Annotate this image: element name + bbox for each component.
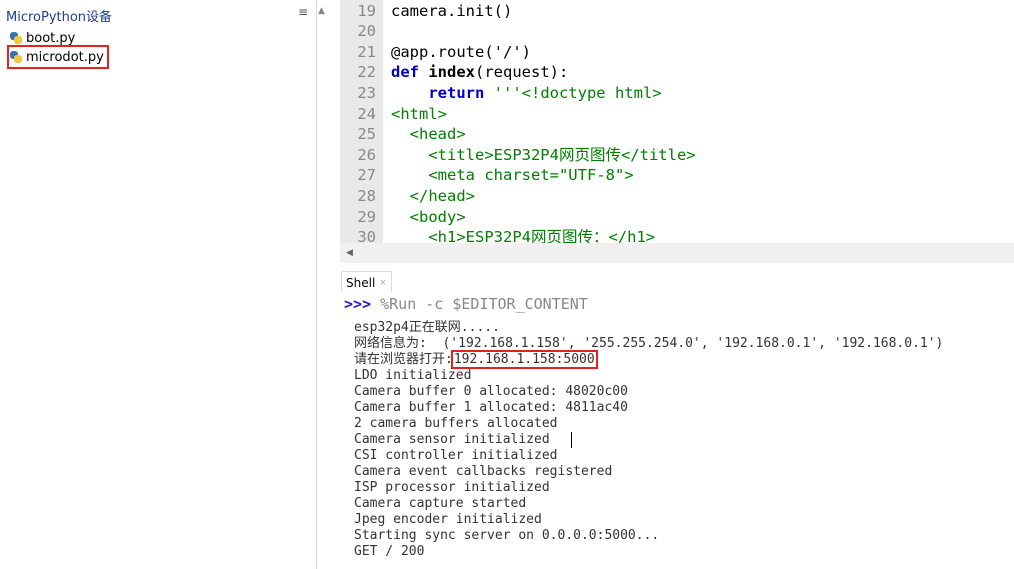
line-number: 23: [357, 83, 376, 102]
code-line: <title>ESP32P4网页图传</title>: [391, 145, 696, 166]
file-name: boot.py: [26, 30, 76, 46]
line-number: 22: [357, 63, 376, 82]
shell-output-line: Starting sync server on 0.0.0.0:5000...: [354, 528, 660, 543]
files-panel: MicroPython设备 ≡ boot.py microdot.py: [0, 0, 317, 569]
tab-shell[interactable]: Shell ×: [341, 271, 392, 294]
prompt-symbol: >>>: [344, 295, 381, 313]
code-line: <html>: [391, 104, 447, 125]
line-number: 21: [357, 42, 376, 61]
file-item-boot[interactable]: boot.py: [10, 29, 75, 47]
shell-console[interactable]: >>> %Run -c $EDITOR_CONTENT esp32p4正在联网.…: [340, 293, 1014, 569]
line-number: 25: [357, 125, 376, 144]
code-string: '''<!doctype html>: [493, 83, 662, 102]
code-line: <body>: [391, 207, 466, 228]
shell-output-line: 网络信息为: ('192.168.1.158', '255.255.254.0'…: [354, 336, 944, 351]
code-line: def index(request):: [391, 62, 568, 83]
highlighted-ip-address: 192.168.1.158:5000: [450, 350, 598, 369]
shell-output-line: CSI controller initialized: [354, 448, 558, 463]
line-number: 26: [357, 145, 376, 164]
code-html-string: <html>: [391, 104, 447, 123]
code-line: <h1>ESP32P4网页图传：</h1>: [391, 227, 655, 243]
tab-shell-label: Shell: [346, 276, 376, 290]
line-number: 29: [357, 207, 376, 226]
code-html-string: <body>: [391, 207, 466, 226]
code-text: camera.init(): [391, 1, 513, 20]
close-icon[interactable]: ×: [379, 278, 387, 288]
line-number: 24: [357, 104, 376, 123]
code-html-string: <h1>ESP32P4网页图传：</h1>: [391, 228, 656, 243]
shell-output-line: GET / 200: [354, 544, 425, 559]
code-line: <head>: [391, 124, 466, 145]
code-keyword: return: [391, 83, 494, 102]
code-function-name: index: [428, 63, 475, 82]
shell-prompt-line: >>> %Run -c $EDITOR_CONTENT: [344, 295, 588, 313]
code-line: @app.route('/'): [391, 42, 531, 63]
code-editor[interactable]: 19 20 21 22 23 24 25 26 27 28 29 30 camera.init() @a…: [340, 0, 1014, 243]
shell-output-line: Camera buffer 0 allocated: 48020c00: [354, 384, 628, 399]
line-number-gutter: 19 20 21 22 23 24 25 26 27 28 29 30: [340, 0, 383, 243]
code-line: <meta charset="UTF-8">: [391, 165, 634, 186]
code-html-string: <meta charset="UTF-8">: [391, 166, 634, 185]
code-keyword: def: [391, 63, 429, 82]
shell-tab-bar: Shell ×: [340, 263, 1014, 294]
files-panel-title: MicroPython设备: [6, 10, 113, 25]
code-line: camera.init(): [391, 1, 512, 22]
shell-output-line: Camera event callbacks registered: [354, 464, 613, 479]
line-number: 19: [357, 1, 376, 20]
text-cursor: [571, 432, 572, 448]
shell-output-line: ISP processor initialized: [354, 480, 550, 495]
code-text: (request):: [475, 63, 569, 82]
code-html-string: <title>ESP32P4网页图传</title>: [391, 145, 696, 164]
shell-output-line: 请在浏览器打开:192.168.1.158:5000: [354, 350, 598, 369]
file-name: microdot.py: [26, 49, 104, 65]
horizontal-scrollbar[interactable]: ◀: [340, 243, 1014, 263]
python-file-icon: [10, 51, 22, 63]
scroll-left-arrow-icon[interactable]: ◀: [346, 248, 353, 258]
files-panel-header: MicroPython设备 ≡: [0, 0, 316, 27]
code-html-string: <head>: [391, 125, 466, 144]
prompt-command: %Run -c $EDITOR_CONTENT: [380, 295, 588, 313]
line-number: 27: [357, 166, 376, 185]
code-line: </head>: [391, 186, 475, 207]
panel-menu-icon[interactable]: ≡: [298, 5, 308, 19]
shell-output-line: LDO initialized: [354, 368, 472, 383]
code-line: return '''<!doctype html>: [391, 83, 662, 104]
line-number: 30: [357, 228, 376, 243]
line-number: 28: [357, 186, 376, 205]
file-item-microdot[interactable]: microdot.py: [7, 45, 109, 69]
shell-output-line: Camera capture started: [354, 496, 527, 511]
code-text: @app.route('/'): [391, 42, 531, 61]
scroll-up-arrow-icon[interactable]: ▲: [318, 6, 325, 16]
shell-output-line: Camera buffer 1 allocated: 4811ac40: [354, 400, 628, 415]
shell-output-line: Camera sensor initialized: [354, 432, 550, 447]
line-number: 20: [357, 22, 376, 41]
code-html-string: </head>: [391, 186, 475, 205]
shell-output-line: 2 camera buffers allocated: [354, 416, 558, 431]
shell-output-line: Jpeg encoder initialized: [354, 512, 542, 527]
python-file-icon: [10, 32, 22, 44]
shell-output-line: esp32p4正在联网.....: [354, 320, 500, 335]
